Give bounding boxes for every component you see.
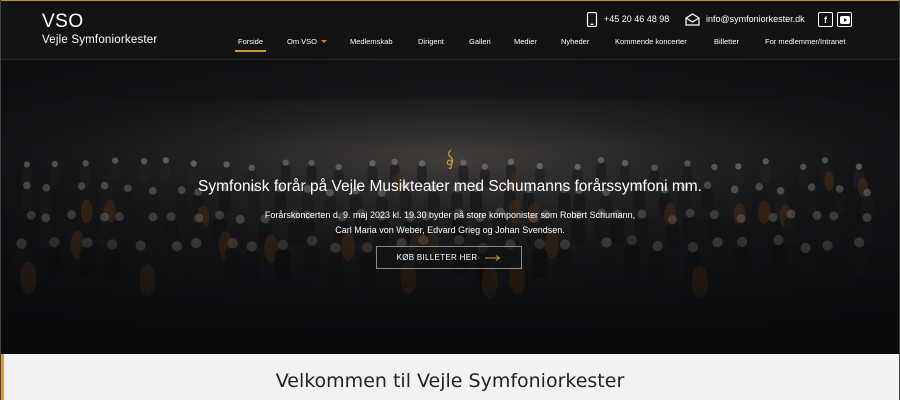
hero-description: Forårskoncerten d. 9. maj 2023 kl. 19.30…: [250, 208, 650, 238]
nav-item-label: Dirigent: [418, 37, 444, 46]
nav-item-om-vso[interactable]: Om VSO: [287, 37, 328, 46]
nav-item-dirigent[interactable]: Dirigent: [418, 37, 444, 46]
hero-description-line: Forårskoncerten d. 9. maj 2023 kl. 19.30…: [264, 210, 636, 220]
email-address[interactable]: info@symfoniorkester.dk: [706, 14, 805, 24]
buy-tickets-label: KØB BILLETER HER: [396, 253, 478, 262]
hero-overlay: [0, 60, 900, 354]
nav-item-label: Nyheder: [561, 37, 590, 46]
email-contact[interactable]: info@symfoniorkester.dk: [685, 11, 805, 27]
buy-tickets-button[interactable]: KØB BILLETER HER: [376, 246, 522, 269]
page: VSO Vejle Symfoniorkester +45 20 46 48 9…: [0, 0, 900, 400]
nav-item-galleri[interactable]: Galleri: [469, 37, 491, 46]
nav-item-billetter[interactable]: Billetter: [714, 37, 739, 46]
nav-item-label: Om VSO: [287, 37, 318, 46]
phone-icon: [586, 11, 598, 27]
nav-item-medier[interactable]: Medier: [514, 37, 537, 46]
nav-item-label: Forside: [238, 37, 264, 46]
nav-item-medlemskab[interactable]: Medlemskab: [350, 37, 393, 46]
chevron-down-icon: [321, 40, 328, 43]
hero-description-line: Carl Maria von Weber, Edvard Grieg og Jo…: [335, 225, 565, 235]
main-navigation: Forside Om VSO Medlemskab Dirigent Galle…: [0, 37, 900, 52]
welcome-section: Velkommen til Vejle Symfoniorkester: [0, 354, 900, 400]
nav-item-kommende-koncerter[interactable]: Kommende koncerter: [615, 37, 687, 46]
phone-number[interactable]: +45 20 46 48 98: [604, 14, 669, 24]
facebook-button[interactable]: f: [818, 12, 833, 27]
nav-item-label: Galleri: [469, 37, 491, 46]
nav-item-intranet[interactable]: For medlemmer/Intranet: [765, 37, 845, 46]
youtube-button[interactable]: [837, 12, 852, 27]
facebook-icon: f: [824, 14, 827, 25]
nav-item-label: Billetter: [714, 37, 740, 46]
logo-abbreviation[interactable]: VSO: [42, 11, 84, 33]
site-header: VSO Vejle Symfoniorkester +45 20 46 48 9…: [0, 0, 900, 60]
nav-item-label: Medier: [514, 37, 537, 46]
left-edge: [0, 0, 1, 400]
nav-item-label: Kommende koncerter: [615, 37, 687, 46]
nav-item-forside[interactable]: Forside: [234, 37, 267, 52]
phone-contact[interactable]: +45 20 46 48 98: [586, 11, 669, 27]
nav-item-label: Medlemskab: [350, 37, 393, 46]
hero-section: Symfonisk forår på Vejle Musikteater med…: [0, 60, 900, 354]
treble-clef-icon: [446, 149, 454, 169]
nav-item-label: For medlemmer/Intranet: [765, 37, 846, 46]
envelope-icon: [685, 12, 700, 26]
nav-item-nyheder[interactable]: Nyheder: [561, 37, 589, 46]
hero-title: Symfonisk forår på Vejle Musikteater med…: [198, 178, 702, 195]
arrow-right-icon: [485, 254, 501, 261]
welcome-title: Velkommen til Vejle Symfoniorkester: [275, 370, 625, 392]
youtube-icon: [839, 15, 850, 24]
